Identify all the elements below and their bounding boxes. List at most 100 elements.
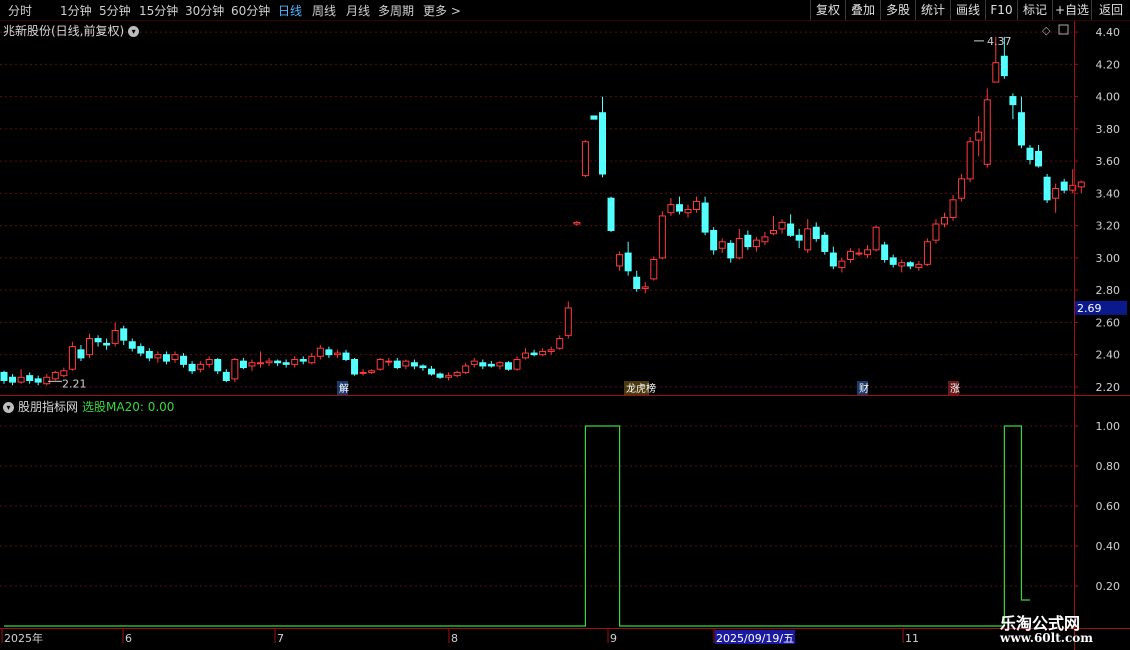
candles	[0, 36, 1085, 386]
watermark-url: www.60lt.com	[1000, 631, 1093, 645]
price-tick-label: 4.00	[1096, 91, 1121, 104]
candle-body	[77, 349, 85, 359]
candle-body	[906, 262, 914, 267]
indicator-name[interactable]: 股朋指标网	[18, 400, 78, 414]
candle-body	[325, 349, 333, 356]
candle-body	[872, 226, 880, 251]
candle-body	[547, 349, 555, 352]
candle-body	[368, 370, 376, 373]
candle-body	[26, 375, 34, 381]
candle-body	[941, 217, 948, 225]
current-price-label: 2.69	[1077, 302, 1102, 315]
candle-body	[590, 115, 598, 120]
candle-body	[410, 362, 418, 367]
candle-body	[761, 236, 769, 243]
candle-body	[624, 252, 632, 272]
diamond-icon: ◇	[1042, 24, 1051, 37]
price-axis: 4.40 4.20 4.00 3.80 3.60 3.40 3.20 3.00 2.80 2.60…	[1074, 26, 1127, 394]
low-price-label: 2.21	[62, 377, 87, 390]
candle-body	[727, 242, 735, 259]
chevron-down-icon[interactable]: ▾	[3, 402, 14, 413]
candle-body	[462, 365, 470, 373]
indicator-tick-label: 0.80	[1096, 460, 1121, 473]
panel-toggle-icon	[1058, 24, 1069, 35]
candle-body	[915, 263, 923, 269]
candle-body	[445, 375, 453, 378]
candle-body	[385, 360, 393, 363]
candle-body	[231, 359, 239, 380]
candle-body	[992, 62, 1000, 83]
candle-body	[111, 329, 119, 344]
price-tick-label: 4.40	[1096, 26, 1121, 39]
candle-body	[889, 257, 897, 265]
candle-body	[299, 359, 307, 362]
candle-body	[846, 250, 854, 261]
candle-body	[470, 360, 478, 365]
candle-body	[359, 371, 367, 374]
candle-body	[675, 204, 683, 212]
candle-body	[120, 328, 128, 341]
price-tick-label: 2.80	[1096, 284, 1121, 297]
candle-body	[1026, 147, 1034, 160]
candle-body	[898, 262, 906, 267]
candle-body	[821, 234, 829, 252]
price-tick-label: 2.40	[1096, 349, 1121, 362]
price-tick-label: 4.20	[1096, 58, 1121, 71]
event-marker-label: 财	[859, 382, 869, 395]
candle-body	[667, 204, 675, 214]
candle-body	[983, 99, 991, 165]
candle-body	[333, 352, 341, 356]
candle-body	[735, 238, 743, 259]
candle-body	[393, 360, 401, 369]
candle-body	[838, 260, 846, 269]
candle-body	[966, 141, 974, 180]
price-tick-label: 3.20	[1096, 220, 1121, 233]
candle-body	[60, 370, 68, 377]
candle-body	[453, 371, 461, 377]
candle-body	[701, 202, 709, 233]
candle-body	[881, 244, 889, 261]
candle-body	[171, 354, 179, 361]
candle-body	[718, 241, 726, 249]
candle-body	[795, 234, 803, 241]
candle-body	[428, 368, 435, 375]
candle-body	[479, 362, 487, 367]
date-label: 6	[125, 632, 132, 645]
date-label: 11	[905, 632, 919, 645]
candle-body	[744, 234, 752, 248]
candle-body	[949, 199, 957, 219]
candle-body	[419, 365, 427, 369]
candle-body	[214, 359, 222, 372]
chevron-down-icon[interactable]: ▾	[128, 26, 140, 37]
event-marker-label: 涨	[950, 383, 960, 395]
candle-body	[710, 229, 718, 251]
indicator-line	[4, 425, 1030, 627]
candle-body	[436, 373, 444, 378]
candle-body	[145, 350, 153, 359]
candle-body	[222, 371, 230, 381]
candle-body	[188, 363, 196, 372]
chart-title: 兆新股份(日线,前复权) ▾	[3, 22, 140, 39]
candle-body	[539, 350, 547, 356]
candle-body	[752, 239, 760, 248]
candle-body	[162, 354, 170, 362]
indicator-tick-label: 0.60	[1096, 500, 1121, 513]
price-tick-label: 3.60	[1096, 155, 1121, 168]
kline-chart[interactable]: 4.40 4.20 4.00 3.80 3.60 3.40 3.20 3.00 2.80 2.60…	[0, 0, 1130, 650]
candle-body	[291, 359, 299, 365]
candle-body	[9, 376, 17, 383]
candle-body	[513, 359, 521, 370]
candle-body	[180, 355, 188, 365]
price-tick-label: 3.00	[1096, 252, 1121, 265]
candle-body	[650, 259, 658, 280]
price-tick-label: 3.80	[1096, 123, 1121, 136]
date-axis: 2025年 6 7 8 9 2025/09/19/五 11	[1, 629, 919, 645]
candle-body	[564, 307, 572, 336]
price-tick-label: 2.20	[1096, 381, 1121, 394]
candle-body	[1035, 150, 1043, 167]
candle-body	[43, 376, 51, 385]
candle-body	[197, 363, 205, 370]
candle-body	[308, 355, 316, 364]
candle-body	[975, 131, 983, 141]
candle-body	[1017, 112, 1025, 146]
